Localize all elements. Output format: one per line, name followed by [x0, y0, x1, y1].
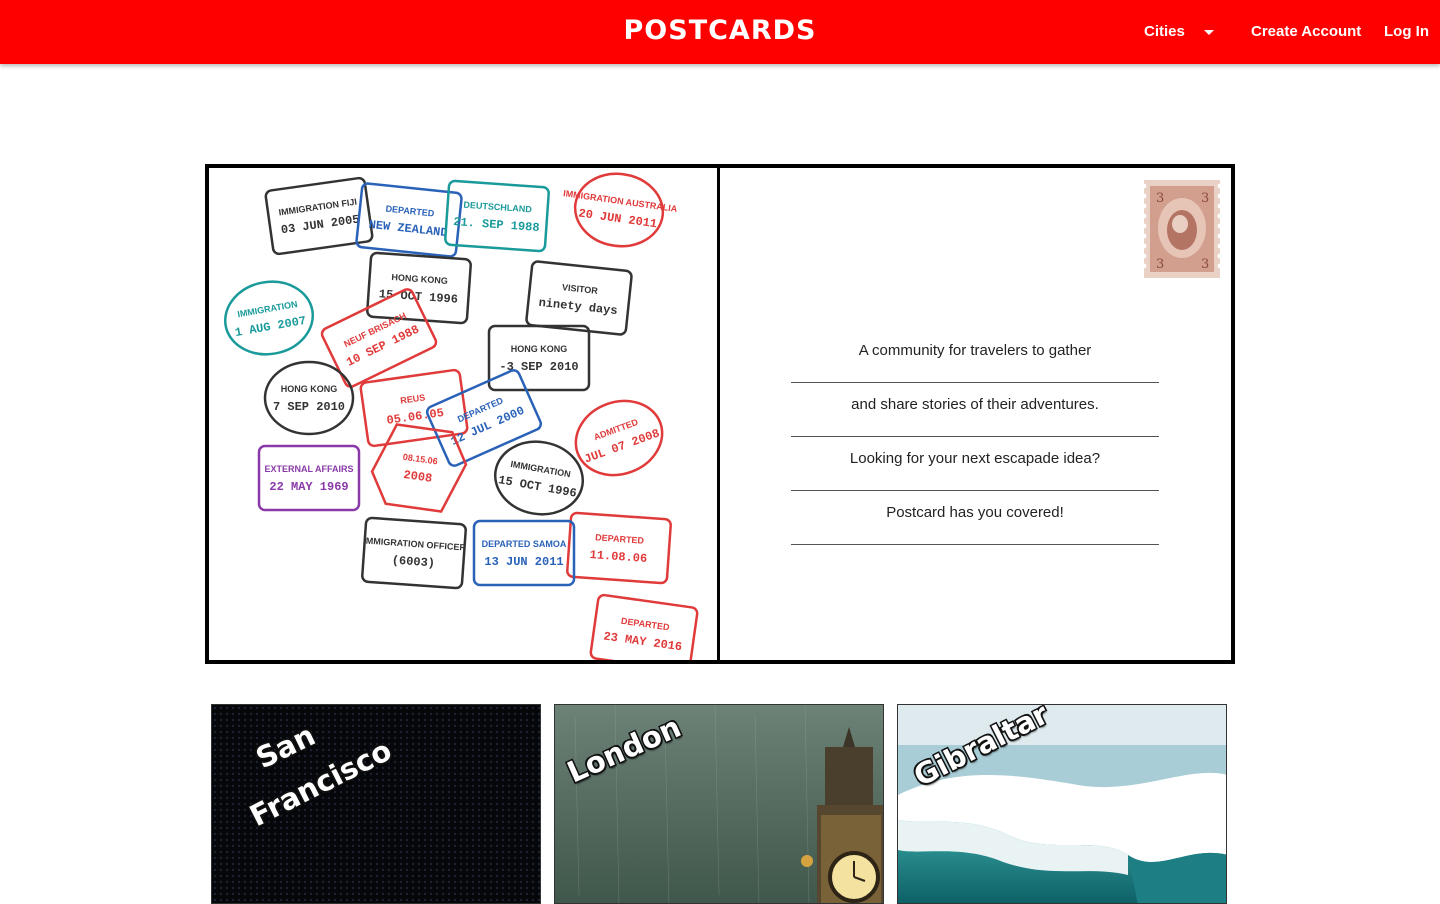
- svg-text:2008: 2008: [403, 468, 433, 486]
- svg-text:(6003): (6003): [391, 553, 435, 570]
- svg-text:7 SEP 2010: 7 SEP 2010: [273, 400, 345, 414]
- nav-create-account[interactable]: Create Account: [1251, 21, 1361, 43]
- svg-text:3: 3: [1201, 191, 1209, 206]
- passport-stamp: IMMIGRATION AUSTRALIA20 JUN 2011: [563, 172, 678, 248]
- nav-log-in[interactable]: Log In: [1384, 21, 1429, 43]
- brand-logo-text[interactable]: POSTCARDS: [624, 15, 817, 46]
- svg-text:IMMIGRATION OFFICER: IMMIGRATION OFFICER: [363, 535, 467, 552]
- svg-text:3: 3: [1156, 257, 1164, 272]
- svg-text:ninety days: ninety days: [538, 296, 618, 318]
- gibraltar-wave-scene: [898, 705, 1226, 903]
- passport-stamp: IMMIGRATION15 OCT 1996: [493, 440, 585, 516]
- city-card-london[interactable]: London: [554, 704, 884, 904]
- svg-text:03 JUN 2005: 03 JUN 2005: [280, 212, 360, 237]
- svg-text:20 JUN 2011: 20 JUN 2011: [578, 206, 658, 231]
- postage-stamp-icon: 3 3 3 3: [1144, 180, 1220, 278]
- brand-logo[interactable]: POSTCARDS: [0, 13, 1440, 49]
- message-line-4: Postcard has you covered!: [791, 491, 1159, 545]
- message-line-3: Looking for your next escapade idea?: [791, 437, 1159, 491]
- passport-stamp: VISITORninety days: [525, 260, 633, 336]
- city-card-gibraltar[interactable]: Gibraltar: [897, 704, 1227, 904]
- svg-text:DEPARTED SAMOA: DEPARTED SAMOA: [482, 539, 567, 549]
- passport-stamp: IMMIGRATION1 AUG 2007: [223, 280, 315, 356]
- svg-text:13 JUN 2011: 13 JUN 2011: [484, 555, 563, 569]
- svg-text:HONG KONG: HONG KONG: [391, 272, 448, 286]
- svg-text:23 MAY 2016: 23 MAY 2016: [603, 629, 683, 654]
- message-line-1: A community for travelers to gather: [791, 329, 1159, 383]
- svg-text:22 MAY 1969: 22 MAY 1969: [269, 480, 348, 494]
- svg-text:DEPARTED: DEPARTED: [620, 616, 670, 633]
- nav-cities-dropdown[interactable]: Cities: [1144, 21, 1185, 43]
- london-scene: [555, 705, 883, 903]
- svg-text:11.08.06: 11.08.06: [589, 548, 647, 566]
- svg-text:3: 3: [1201, 257, 1209, 272]
- city-card-san-francisco[interactable]: San Francisco: [211, 704, 541, 904]
- svg-text:NEW ZEALAND: NEW ZEALAND: [368, 218, 448, 240]
- svg-text:DEUTSCHLAND: DEUTSCHLAND: [463, 200, 533, 215]
- passport-stamp: DEPARTED SAMOA 13 JUN 2011: [472, 519, 576, 587]
- svg-text:08.15.06: 08.15.06: [402, 452, 438, 467]
- passport-stamp: HONG KONG15 OCT 1996: [366, 251, 472, 325]
- passport-stamp: IMMIGRATION OFFICER(6003): [361, 516, 467, 590]
- passport-stamp: DEPARTED23 MAY 2016: [589, 593, 699, 660]
- svg-text:3: 3: [1156, 191, 1164, 206]
- passport-stamps-image: IMMIGRATION FIJI 03 JUN 2005 DEPARTED NEW Z…: [209, 168, 720, 660]
- svg-text:VISITOR: VISITOR: [562, 282, 599, 296]
- svg-text:REUS: REUS: [400, 392, 426, 405]
- passport-stamp: HONG KONG 7 SEP 2010: [263, 360, 355, 436]
- passport-stamp: EXTERNAL AFFAIRS 22 MAY 1969: [257, 444, 361, 512]
- hero-postcard: IMMIGRATION FIJI 03 JUN 2005 DEPARTED NEW Z…: [205, 164, 1235, 664]
- svg-text:HONG KONG: HONG KONG: [511, 344, 568, 354]
- svg-text:EXTERNAL AFFAIRS: EXTERNAL AFFAIRS: [264, 464, 353, 474]
- passport-stamp: DEUTSCHLAND21. SEP 1988: [444, 179, 550, 253]
- svg-text:21. SEP 1988: 21. SEP 1988: [453, 215, 540, 235]
- message-line-2: and share stories of their adventures.: [791, 383, 1159, 437]
- postcard-message: A community for travelers to gather and …: [791, 329, 1159, 545]
- top-navbar: POSTCARDS Cities Create Account Log In: [0, 0, 1440, 64]
- passport-stamp: 08.15.062008: [370, 423, 468, 513]
- svg-text:05.06.05: 05.06.05: [386, 406, 445, 428]
- svg-text:HONG KONG: HONG KONG: [281, 384, 338, 394]
- passport-stamps-collage: IMMIGRATION FIJI03 JUN 2005DEPARTEDNEW Z…: [223, 172, 699, 660]
- svg-text:DEPARTED: DEPARTED: [385, 204, 435, 219]
- caret-down-icon[interactable]: [1204, 30, 1214, 35]
- passport-stamp: DEPARTED 11.08.06: [566, 511, 672, 585]
- svg-text:DEPARTED: DEPARTED: [595, 532, 645, 545]
- passport-stamp: HONG KONG-3 SEP 2010: [487, 324, 591, 392]
